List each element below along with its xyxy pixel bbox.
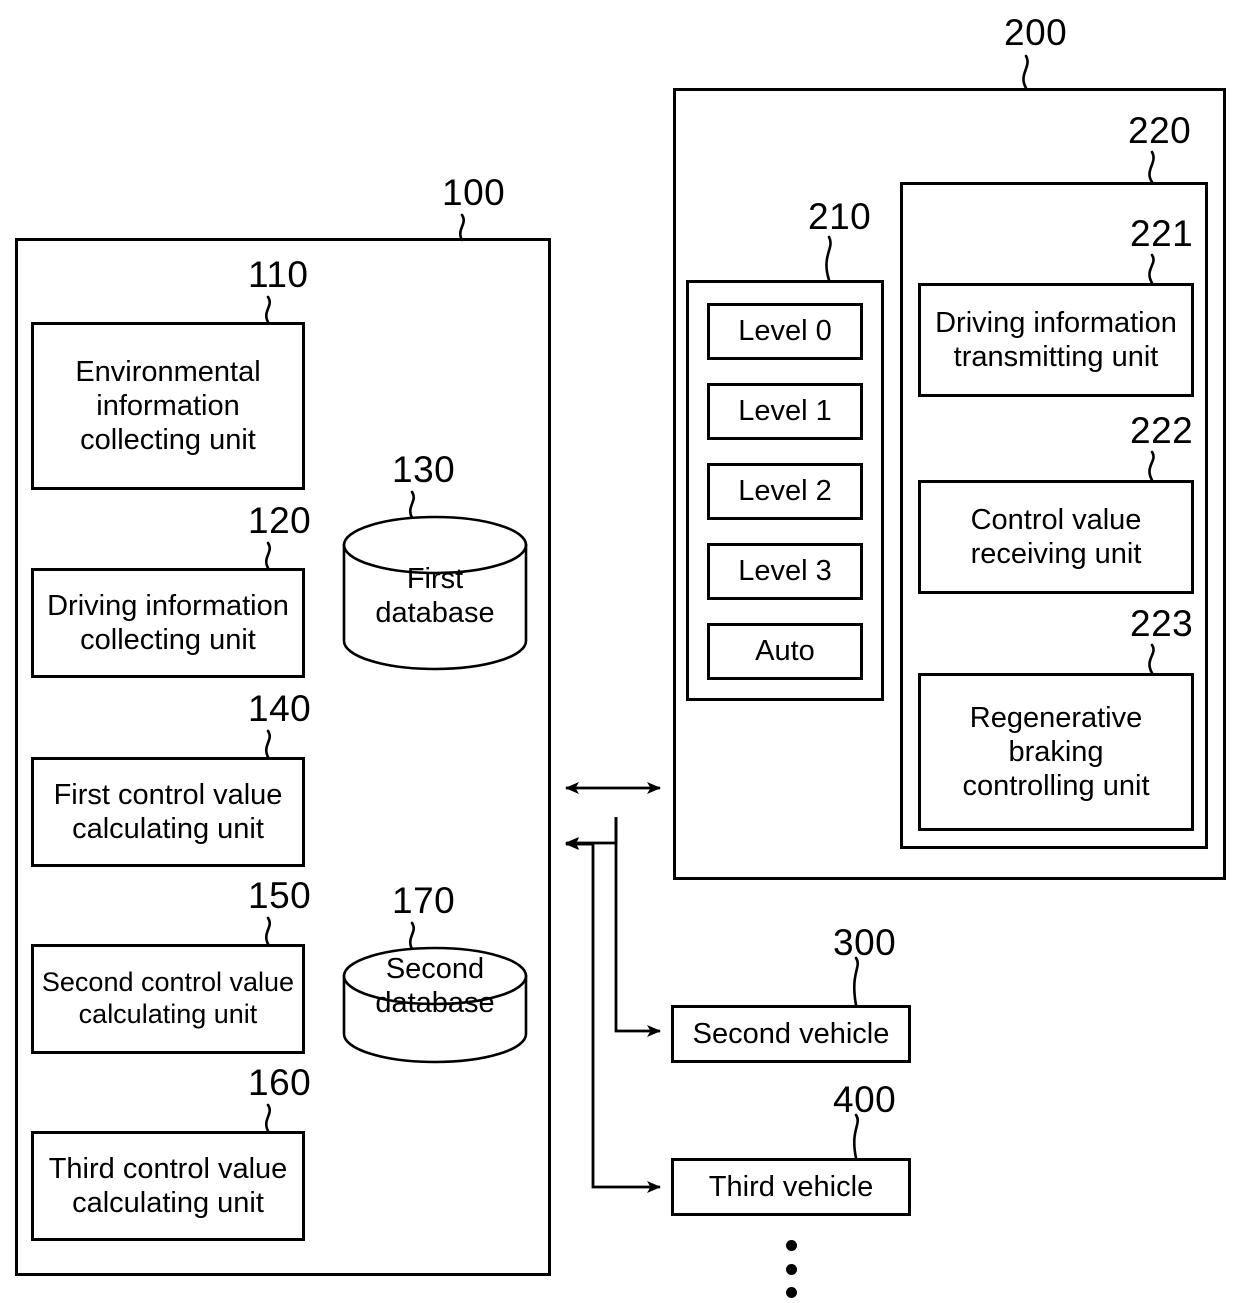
level-option-2[interactable]: Level 2 xyxy=(707,463,863,520)
ref-200: 200 xyxy=(1004,12,1068,53)
regenerative-braking-controlling-unit[interactable]: Regenerative braking controlling unit xyxy=(918,673,1194,831)
ref-100: 100 xyxy=(442,172,506,213)
ref-221: 221 xyxy=(1130,213,1194,254)
ref-140: 140 xyxy=(248,688,312,729)
ref-300: 300 xyxy=(833,922,897,963)
ref-120: 120 xyxy=(248,500,312,541)
level-option-0[interactable]: Level 0 xyxy=(707,303,863,360)
first-control-value-calculating-unit[interactable]: First control value calculating unit xyxy=(31,757,305,867)
driving-information-transmitting-unit[interactable]: Driving information transmitting unit xyxy=(918,283,1194,397)
ref-220: 220 xyxy=(1128,110,1192,151)
second-vehicle[interactable]: Second vehicle xyxy=(671,1005,911,1063)
first-database-label: First database xyxy=(375,563,495,629)
third-vehicle[interactable]: Third vehicle xyxy=(671,1158,911,1216)
ref-150: 150 xyxy=(248,875,312,916)
ref-222: 222 xyxy=(1130,410,1194,451)
patent-figure: 100 Environmental information collecting… xyxy=(0,0,1240,1303)
control-value-receiving-unit[interactable]: Control value receiving unit xyxy=(918,480,1194,594)
ref-160: 160 xyxy=(248,1062,312,1103)
ref-223: 223 xyxy=(1130,603,1194,644)
ref-210: 210 xyxy=(808,196,872,237)
ref-400: 400 xyxy=(833,1079,897,1120)
second-control-value-calculating-unit[interactable]: Second control value calculating unit xyxy=(31,944,305,1054)
driving-information-collecting-unit[interactable]: Driving information collecting unit xyxy=(31,568,305,678)
vertical-ellipsis-icon xyxy=(785,1240,797,1298)
level-option-auto[interactable]: Auto xyxy=(707,623,863,680)
second-database-label: Second database xyxy=(375,953,495,1019)
level-option-3[interactable]: Level 3 xyxy=(707,543,863,600)
ref-170: 170 xyxy=(392,880,456,921)
ref-110: 110 xyxy=(248,254,309,295)
environmental-information-collecting-unit[interactable]: Environmental information collecting uni… xyxy=(31,322,305,490)
level-option-1[interactable]: Level 1 xyxy=(707,383,863,440)
ref-130: 130 xyxy=(392,449,456,490)
third-control-value-calculating-unit[interactable]: Third control value calculating unit xyxy=(31,1131,305,1241)
